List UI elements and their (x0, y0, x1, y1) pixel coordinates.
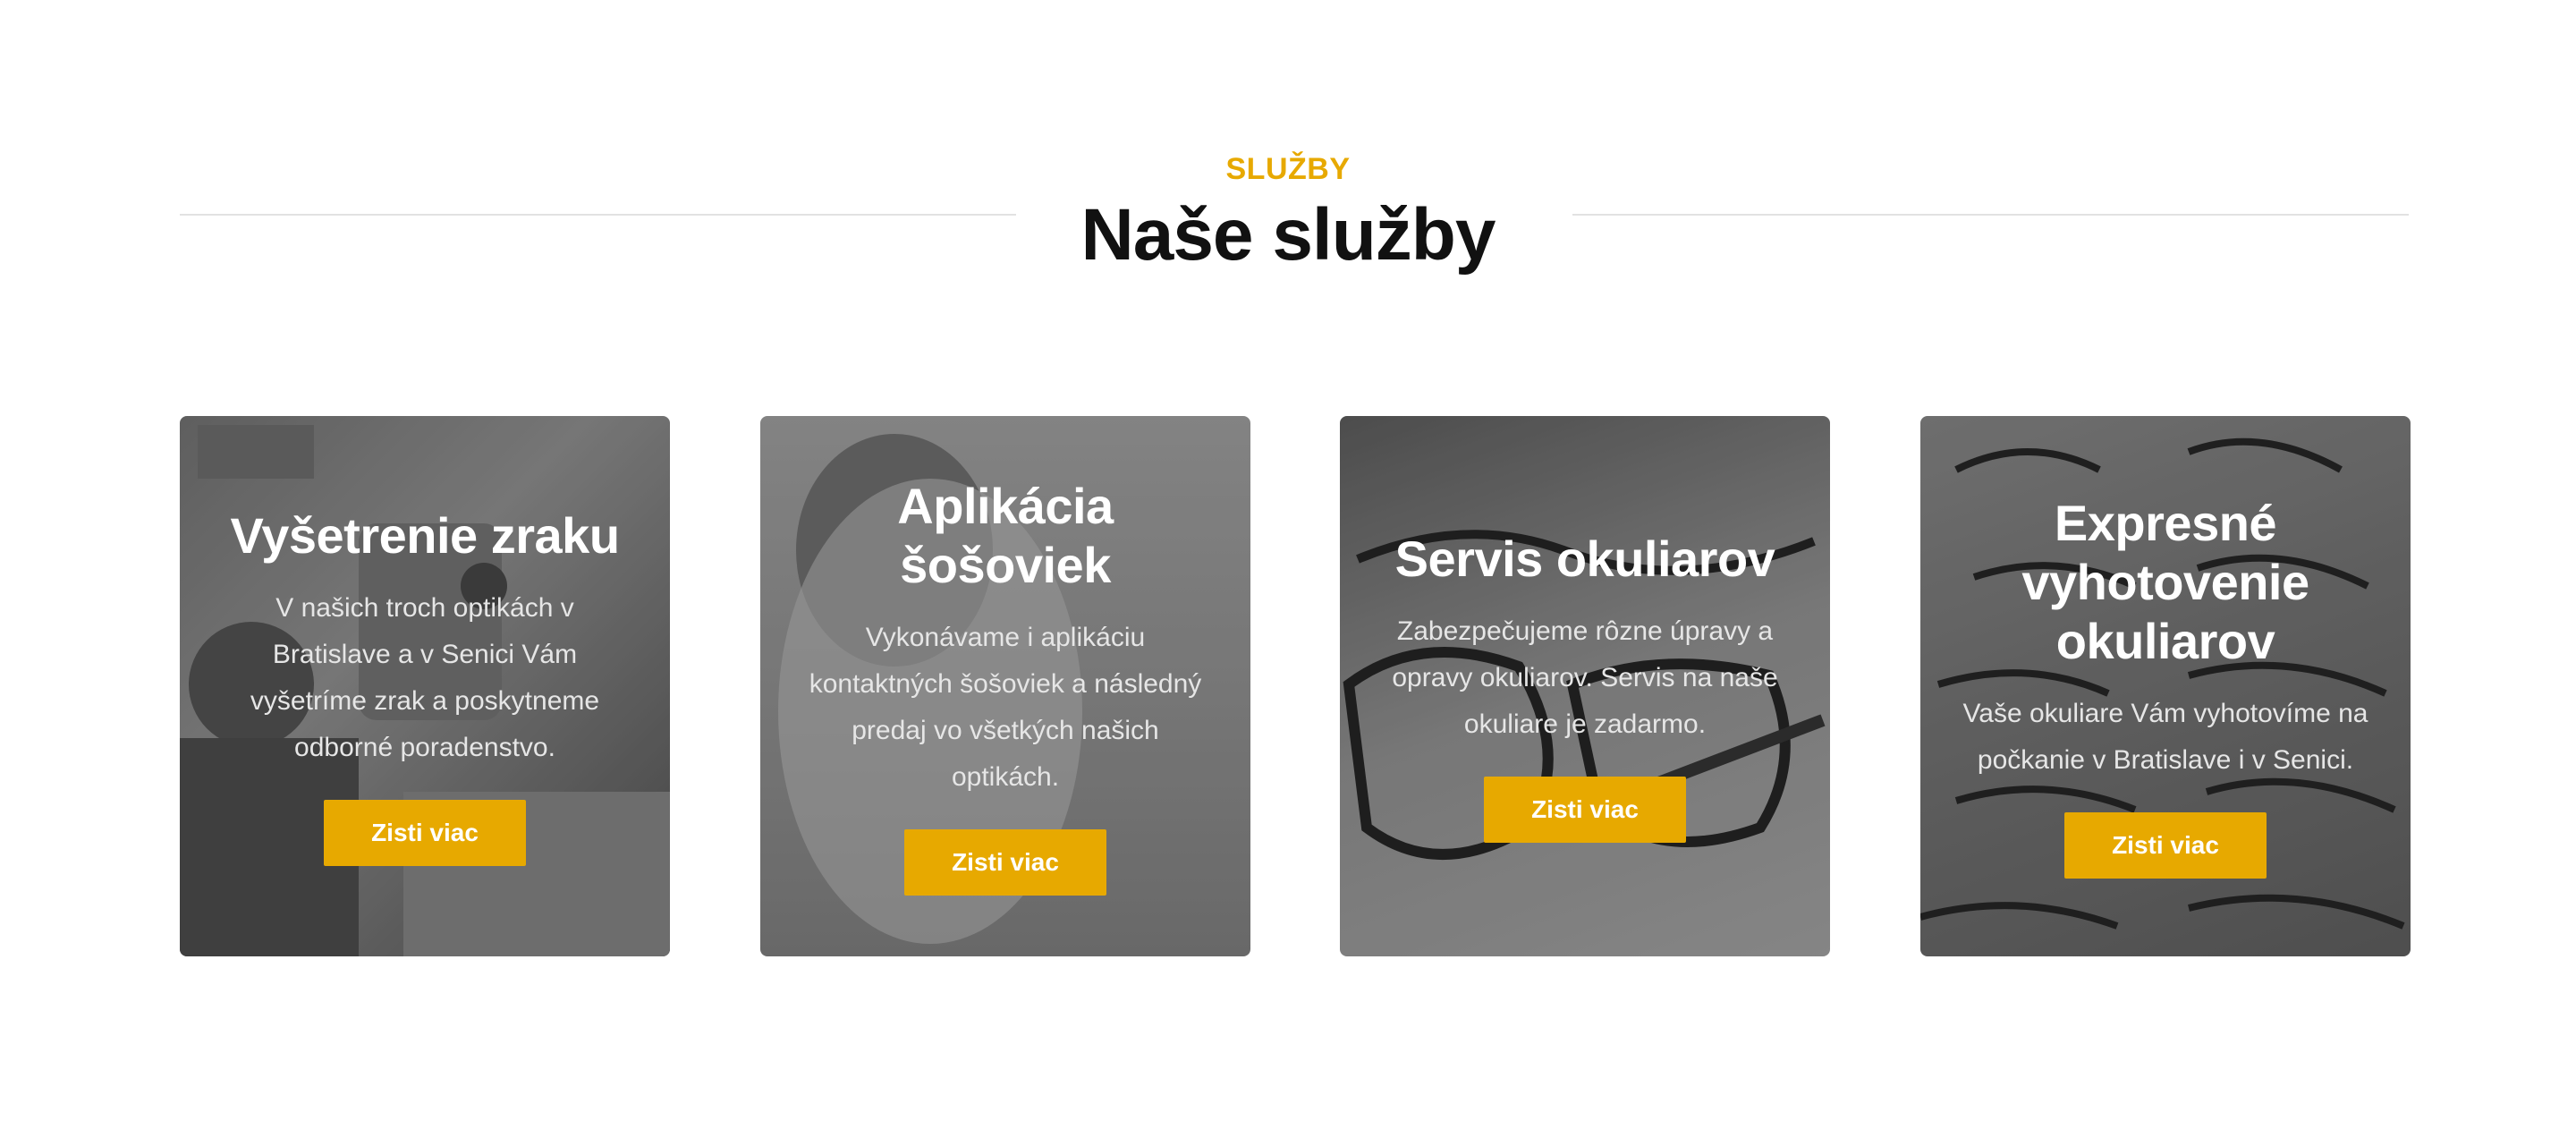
learn-more-button[interactable]: Zisti viac (1484, 777, 1686, 843)
section-title: Naše služby (1080, 194, 1496, 276)
card-content: Aplikácia šošoviek Vykonávame i aplikáci… (795, 477, 1216, 896)
card-description: Vykonávame i aplikáciu kontaktných šošov… (809, 623, 1202, 792)
card-description: Zabezpečujeme rôzne úpravy a opravy okul… (1392, 616, 1778, 739)
card-description: Vaše okuliare Vám vyhotovíme na počkanie… (1962, 699, 2368, 775)
learn-more-button[interactable]: Zisti viac (904, 829, 1106, 896)
service-card-eye-exam: Vyšetrenie zraku V našich troch optikách… (180, 416, 670, 956)
card-title: Vyšetrenie zraku (230, 507, 620, 564)
card-content: Servis okuliarov Zabezpečujeme rôzne úpr… (1375, 530, 1795, 843)
section-eyebrow: SLUŽBY (1225, 152, 1351, 186)
card-content: Expresné vyhotovenie okuliarov Vaše okul… (1955, 494, 2376, 879)
learn-more-button[interactable]: Zisti viac (2064, 812, 2267, 879)
learn-more-button[interactable]: Zisti viac (324, 800, 526, 866)
card-title: Expresné vyhotovenie okuliarov (2021, 495, 2309, 669)
card-title: Aplikácia šošoviek (897, 478, 1114, 593)
card-content: Vyšetrenie zraku V našich troch optikách… (215, 506, 635, 866)
card-description: V našich troch optikách v Bratislave a v… (250, 593, 600, 762)
services-section-header: SLUŽBY Naše služby (0, 0, 2576, 295)
service-card-express-glasses: Expresné vyhotovenie okuliarov Vaše okul… (1920, 416, 2411, 956)
card-title: Servis okuliarov (1394, 531, 1775, 587)
service-card-glasses-repair: Servis okuliarov Zabezpečujeme rôzne úpr… (1340, 416, 1830, 956)
service-card-contact-lenses: Aplikácia šošoviek Vykonávame i aplikáci… (760, 416, 1250, 956)
